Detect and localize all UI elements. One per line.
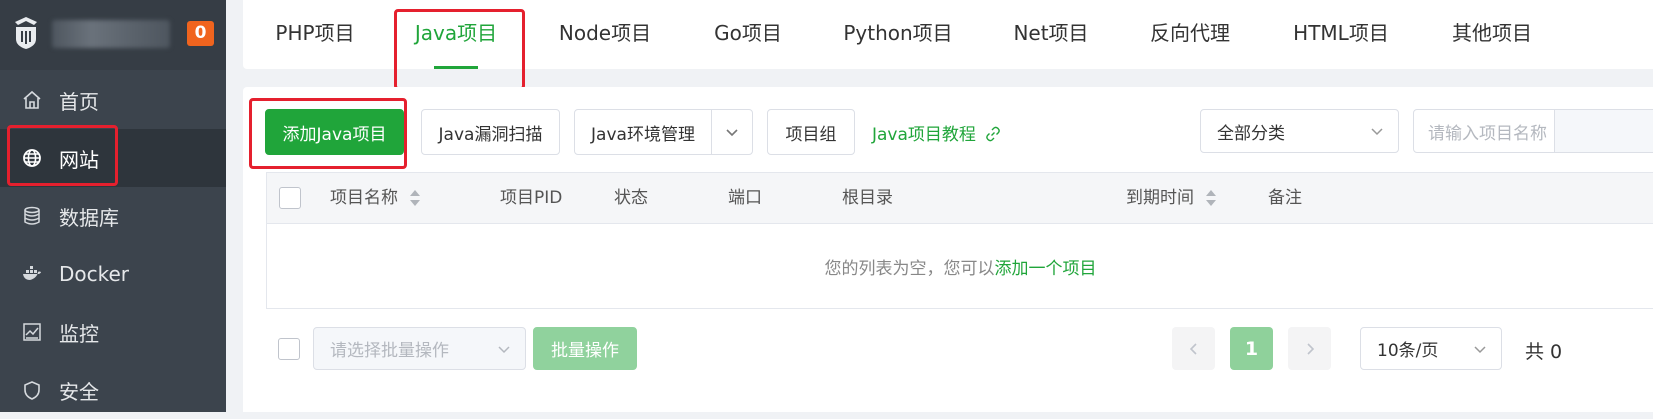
shield-icon xyxy=(24,381,40,400)
prev-page-button[interactable] xyxy=(1172,327,1215,370)
batch-operation-placeholder: 请选择批量操作 xyxy=(330,341,449,361)
java-vuln-scan-button[interactable]: Java漏洞扫描 xyxy=(421,109,560,155)
tab-other[interactable]: 其他项目 xyxy=(1444,0,1540,66)
sort-icon xyxy=(410,190,421,206)
sidebar-item-security[interactable]: 安全 xyxy=(0,361,226,419)
sidebar-item-label: 数据库 xyxy=(59,205,119,230)
project-table: 项目名称 项目PID 状态 端口 根目录 到期时间 备注 您的列表为空，您可以添… xyxy=(266,172,1653,309)
monitor-icon xyxy=(23,323,41,341)
footer-select-checkbox[interactable] xyxy=(278,338,300,360)
chevron-down-icon xyxy=(498,346,510,354)
docker-icon xyxy=(23,266,41,280)
column-header-status: 状态 xyxy=(614,188,648,208)
next-page-button[interactable] xyxy=(1288,327,1331,370)
page-number-current[interactable]: 1 xyxy=(1230,327,1273,370)
java-env-button[interactable]: Java环境管理 xyxy=(574,109,712,155)
column-header-port: 端口 xyxy=(728,188,762,208)
page-size-select[interactable]: 10条/页 xyxy=(1360,327,1502,370)
tab-net[interactable]: Net项目 xyxy=(1005,0,1097,66)
external-link-icon xyxy=(986,126,1001,142)
sidebar-item-docker[interactable]: Docker xyxy=(0,245,226,303)
column-header-notes: 备注 xyxy=(1268,188,1302,208)
notification-badge[interactable]: 0 xyxy=(187,21,214,46)
chevron-right-icon xyxy=(1306,342,1314,355)
batch-operation-select[interactable]: 请选择批量操作 xyxy=(313,327,526,370)
tab-node[interactable]: Node项目 xyxy=(550,0,660,66)
tab-html[interactable]: HTML项目 xyxy=(1283,0,1399,66)
highlight-box xyxy=(394,9,525,90)
sidebar-item-monitor[interactable]: 监控 xyxy=(0,303,226,361)
category-select[interactable]: 全部分类 xyxy=(1200,109,1399,153)
sidebar-item-label: 安全 xyxy=(59,379,99,404)
highlight-box xyxy=(249,98,407,169)
table-header: 项目名称 项目PID 状态 端口 根目录 到期时间 备注 xyxy=(267,173,1653,224)
sidebar-item-label: 首页 xyxy=(59,89,99,114)
tab-reverse-proxy[interactable]: 反向代理 xyxy=(1142,0,1238,66)
chevron-down-icon xyxy=(1371,128,1383,136)
tab-go[interactable]: Go项目 xyxy=(705,0,791,66)
empty-state: 您的列表为空，您可以 添加一个项目 xyxy=(267,224,1653,309)
column-header-expiry[interactable]: 到期时间 xyxy=(1126,173,1217,224)
column-header-label: 项目名称 xyxy=(330,188,398,208)
tab-php[interactable]: PHP项目 xyxy=(265,0,365,66)
project-group-button[interactable]: 项目组 xyxy=(767,109,855,155)
column-header-name[interactable]: 项目名称 xyxy=(330,173,421,224)
column-header-root: 根目录 xyxy=(842,188,893,208)
highlight-box xyxy=(7,125,118,186)
sidebar-item-label: Docker xyxy=(59,262,130,286)
column-header-pid: 项目PID xyxy=(500,188,563,208)
home-icon xyxy=(23,90,41,109)
total-count: 共 0 xyxy=(1525,341,1563,363)
batch-operation-button[interactable]: 批量操作 xyxy=(533,327,637,370)
sort-icon xyxy=(1206,190,1217,206)
chevron-down-icon xyxy=(726,129,738,137)
search-input[interactable]: 请输入项目名称 xyxy=(1413,109,1555,153)
chevron-down-icon xyxy=(1474,346,1486,354)
category-select-value: 全部分类 xyxy=(1217,123,1285,144)
logo-icon xyxy=(15,17,37,49)
column-header-label: 到期时间 xyxy=(1126,188,1194,208)
sidebar-item-label: 监控 xyxy=(59,321,99,346)
sidebar: 0 首页 网站 数据库 Docker 监控 安全 xyxy=(0,0,226,412)
chevron-left-icon xyxy=(1189,342,1197,355)
java-env-dropdown-toggle[interactable] xyxy=(711,109,753,155)
page-size-value: 10条/页 xyxy=(1377,341,1439,361)
username-blurred xyxy=(52,20,170,48)
add-project-link[interactable]: 添加一个项目 xyxy=(995,254,1097,279)
select-all-checkbox[interactable] xyxy=(279,187,301,209)
search-button[interactable] xyxy=(1554,109,1653,153)
database-icon xyxy=(24,206,40,225)
sidebar-item-database[interactable]: 数据库 xyxy=(0,187,226,245)
empty-state-text: 您的列表为空，您可以 xyxy=(824,259,995,279)
sidebar-item-home[interactable]: 首页 xyxy=(0,71,226,129)
java-tutorial-link[interactable]: Java项目教程 xyxy=(872,120,1001,145)
java-tutorial-label: Java项目教程 xyxy=(872,125,976,145)
tab-python[interactable]: Python项目 xyxy=(836,0,960,66)
sidebar-header: 0 xyxy=(0,0,226,70)
